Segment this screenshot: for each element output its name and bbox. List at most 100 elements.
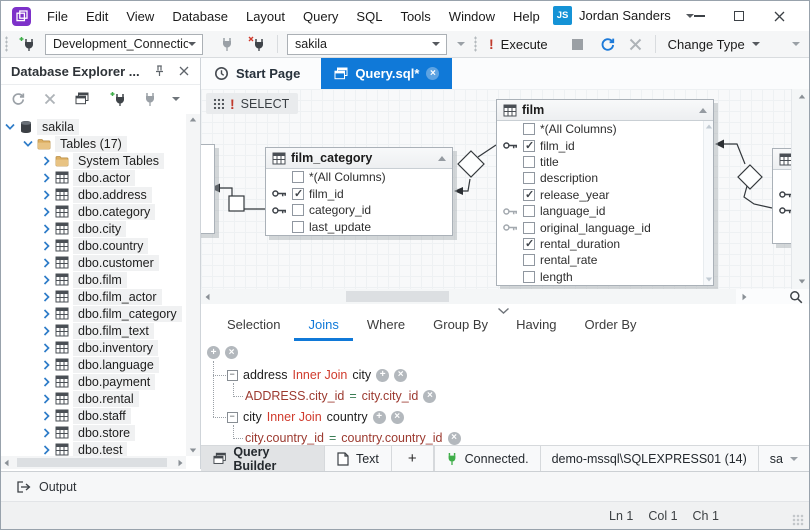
- column-checkbox[interactable]: [523, 271, 535, 283]
- collapse-node-icon[interactable]: [699, 108, 707, 113]
- join-group-address-city[interactable]: addressInner Joincity: [227, 367, 407, 383]
- execute-button[interactable]: ! Execute: [489, 36, 548, 52]
- column-row[interactable]: *(All Columns): [497, 121, 713, 137]
- remove-condition-button[interactable]: [423, 390, 436, 403]
- database-select[interactable]: sakila: [287, 34, 447, 55]
- column-checkbox[interactable]: [523, 172, 535, 184]
- add-condition-button[interactable]: [373, 411, 386, 424]
- change-type-button[interactable]: Change Type: [668, 37, 760, 52]
- menu-item-query[interactable]: Query: [294, 5, 347, 28]
- refresh-button[interactable]: [600, 37, 615, 52]
- chevron-collapsed-icon[interactable]: [41, 360, 51, 370]
- column-row[interactable]: *(All Columns): [266, 169, 452, 186]
- chevron-collapsed-icon[interactable]: [41, 258, 51, 268]
- chevron-collapsed-icon[interactable]: [41, 343, 51, 353]
- menu-item-file[interactable]: File: [38, 5, 77, 28]
- table-node-scrollbar[interactable]: [703, 121, 713, 285]
- chevron-collapsed-icon[interactable]: [41, 224, 51, 234]
- remove-condition-button[interactable]: [448, 432, 461, 445]
- tab-query-sql[interactable]: Query.sql*: [321, 58, 452, 89]
- chevron-expanded-icon[interactable]: [5, 123, 15, 131]
- scroll-up-icon[interactable]: [705, 125, 711, 129]
- scroll-down-icon[interactable]: [705, 277, 711, 281]
- stop-button[interactable]: [572, 39, 583, 50]
- canvas-horizontal-scrollbar[interactable]: [201, 289, 736, 304]
- remove-join-button[interactable]: [391, 411, 404, 424]
- column-checkbox[interactable]: [523, 222, 535, 234]
- toolbar-grip[interactable]: [5, 36, 8, 52]
- tree-item-dbo-country[interactable]: dbo.country: [1, 237, 186, 254]
- chevron-collapsed-icon[interactable]: [41, 326, 51, 336]
- server-name[interactable]: demo-mssql\SQLEXPRESS01 (14): [540, 446, 758, 471]
- criteria-tab-selection[interactable]: Selection: [213, 314, 294, 341]
- menu-item-tools[interactable]: Tools: [391, 5, 439, 28]
- scroll-down-icon[interactable]: [190, 449, 196, 453]
- chevron-collapsed-icon[interactable]: [41, 207, 51, 217]
- tree-item-dbo-film[interactable]: dbo.film: [1, 271, 186, 288]
- chevron-collapsed-icon[interactable]: [41, 309, 51, 319]
- column-row[interactable]: [773, 186, 791, 202]
- chevron-collapsed-icon[interactable]: [41, 445, 51, 455]
- column-checkbox[interactable]: [523, 189, 535, 201]
- tab-start-page[interactable]: Start Page: [201, 58, 313, 89]
- scroll-down-icon[interactable]: [798, 280, 804, 284]
- column-row[interactable]: language_id: [497, 203, 713, 219]
- new-connection-icon[interactable]: [110, 91, 127, 107]
- connect-icon[interactable]: [143, 91, 157, 107]
- connect-button[interactable]: [220, 36, 234, 52]
- tab-query-builder[interactable]: Query Builder: [201, 446, 325, 471]
- explorer-vertical-scrollbar[interactable]: [186, 114, 200, 456]
- column-checkbox[interactable]: [523, 156, 535, 168]
- menu-item-edit[interactable]: Edit: [77, 5, 117, 28]
- resize-grip[interactable]: [792, 514, 804, 526]
- table-node-film-category[interactable]: film_category*(All Columns)film_idcatego…: [265, 147, 453, 236]
- column-row[interactable]: title: [497, 154, 713, 170]
- menu-item-window[interactable]: Window: [440, 5, 504, 28]
- collapse-node-icon[interactable]: [438, 156, 446, 161]
- chevron-collapsed-icon[interactable]: [41, 411, 51, 421]
- column-row[interactable]: category_id: [266, 202, 452, 219]
- criteria-tab-where[interactable]: Where: [353, 314, 419, 341]
- chevron-collapsed-icon[interactable]: [41, 173, 51, 183]
- tree-item-dbo-category[interactable]: dbo.category: [1, 203, 186, 220]
- table-node-partial-left[interactable]: [201, 144, 215, 234]
- toolbar-overflow-icon[interactable]: [457, 42, 465, 46]
- add-view-button[interactable]: +: [392, 446, 434, 471]
- delete-icon[interactable]: [44, 93, 56, 105]
- column-checkbox[interactable]: [523, 140, 535, 152]
- tab-text[interactable]: Text: [325, 446, 392, 471]
- cancel-button[interactable]: [629, 38, 642, 51]
- scroll-thumb[interactable]: [346, 291, 449, 302]
- refresh-icon[interactable]: [11, 92, 25, 106]
- column-row[interactable]: release_year: [497, 187, 713, 203]
- zoom-button[interactable]: [789, 290, 803, 304]
- chevron-collapsed-icon[interactable]: [41, 292, 51, 302]
- join-condition[interactable]: ADDRESS.city_id=city.city_id: [245, 388, 436, 404]
- cascade-windows-icon[interactable]: [75, 92, 89, 105]
- scroll-up-icon[interactable]: [798, 95, 804, 99]
- column-checkbox[interactable]: [523, 205, 535, 217]
- add-join-button[interactable]: [207, 346, 220, 359]
- tree-item-tables-17[interactable]: Tables (17): [1, 135, 186, 152]
- remove-connection-button[interactable]: [248, 36, 265, 52]
- chevron-collapsed-icon[interactable]: [41, 275, 51, 285]
- column-checkbox[interactable]: [523, 238, 535, 250]
- column-checkbox[interactable]: [292, 171, 304, 183]
- chevron-collapsed-icon[interactable]: [41, 241, 51, 251]
- collapse-expander-icon[interactable]: [227, 412, 238, 423]
- criteria-tab-order-by[interactable]: Order By: [571, 314, 651, 341]
- tree-item-dbo-film-category[interactable]: dbo.film_category: [1, 305, 186, 322]
- scroll-right-icon[interactable]: [743, 293, 747, 299]
- chevron-collapsed-icon[interactable]: [41, 190, 51, 200]
- tree-item-dbo-staff[interactable]: dbo.staff: [1, 407, 186, 424]
- table-node-film[interactable]: film*(All Columns)film_idtitledescriptio…: [496, 99, 714, 286]
- select-node[interactable]: ! SELECT: [206, 93, 298, 114]
- explorer-horizontal-scrollbar[interactable]: [1, 456, 186, 469]
- tree-item-dbo-rental[interactable]: dbo.rental: [1, 390, 186, 407]
- column-checkbox[interactable]: [523, 254, 535, 266]
- tree-item-dbo-film-actor[interactable]: dbo.film_actor: [1, 288, 186, 305]
- connection-select[interactable]: Development_Connection: [45, 34, 203, 55]
- column-row[interactable]: original_language_id: [497, 219, 713, 235]
- menu-item-database[interactable]: Database: [163, 5, 237, 28]
- column-checkbox[interactable]: [292, 204, 304, 216]
